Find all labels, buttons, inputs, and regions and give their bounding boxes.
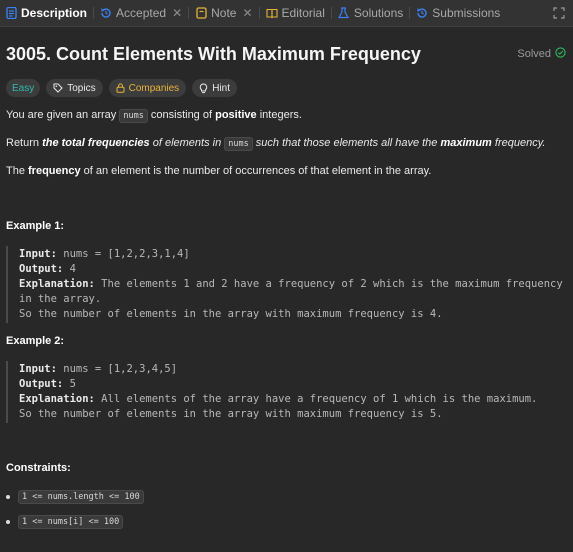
input-value: nums = [1,2,3,4,5] (56, 363, 178, 375)
history-icon (416, 7, 428, 19)
example-input-line: Input: nums = [1,2,3,4,5] (19, 362, 566, 377)
bold-italic-text: maximum (440, 137, 492, 149)
solved-label: Solved (517, 48, 551, 60)
explanation-text: All elements of the array have a frequen… (94, 393, 538, 405)
tab-description[interactable]: Description (5, 0, 87, 27)
check-circle-icon (551, 47, 566, 61)
list-item: 1 <= nums.length <= 100 (6, 490, 144, 504)
bullet-dot (6, 520, 10, 524)
tab-divider (93, 7, 95, 19)
lightbulb-icon (199, 82, 208, 94)
tag-icon (53, 83, 63, 93)
output-value: 5 (63, 378, 76, 390)
example-heading: Example 1: (6, 220, 65, 232)
history-icon (100, 7, 112, 19)
text: The (6, 165, 29, 177)
close-icon[interactable]: ✕ (172, 6, 182, 20)
constraint-code: 1 <= nums[i] <= 100 (18, 515, 124, 529)
explanation-text: So the number of elements in the array w… (19, 308, 443, 320)
input-label: Input: (19, 363, 57, 375)
example-block: Input: nums = [1,2,3,4,5] Output: 5 Expl… (6, 361, 566, 423)
tab-label: Editorial (281, 6, 325, 20)
tab-solutions[interactable]: Solutions (338, 0, 403, 27)
explanation-text: So the number of elements in the array w… (19, 408, 443, 420)
output-label: Output: (19, 378, 64, 390)
example-explanation-line: Explanation: All elements of the array h… (19, 392, 566, 407)
example-explanation-line: Explanation: The elements 1 and 2 have a… (19, 277, 566, 292)
inline-code: nums (119, 109, 148, 123)
text: Return (6, 137, 43, 149)
italic-text: of elements in (149, 137, 225, 149)
italic-text: such that those elements all have the (252, 137, 441, 149)
tab-editorial[interactable]: Editorial (265, 0, 325, 27)
difficulty-badge: Easy (6, 79, 41, 97)
output-value: 4 (63, 263, 76, 275)
tab-divider (258, 7, 260, 19)
text: You are given an array (6, 109, 120, 121)
tab-divider (409, 7, 411, 19)
flask-icon (338, 7, 350, 19)
close-icon[interactable]: ✕ (242, 6, 252, 20)
bullet-dot (6, 495, 10, 499)
tab-label: Solutions (353, 6, 404, 20)
bold-italic-text: the (42, 137, 62, 149)
explanation-text: The elements 1 and 2 have a frequency of… (94, 278, 563, 290)
constraints-heading: Constraints: (6, 462, 71, 474)
example-input-line: Input: nums = [1,2,2,3,1,4] (19, 247, 566, 262)
companies-button[interactable]: Companies (108, 79, 187, 97)
example-output-line: Output: 4 (19, 262, 566, 277)
description-paragraph: The frequency of an element is the numbe… (6, 165, 431, 177)
description-paragraph: Return the total frequencies of elements… (6, 137, 546, 151)
tab-label: Note (211, 6, 237, 20)
lock-icon (116, 83, 125, 93)
bold-text: positive (215, 109, 257, 121)
example-output-line: Output: 5 (19, 377, 566, 392)
solved-status: Solved (517, 47, 566, 61)
hint-label: Hint (212, 82, 230, 94)
description-paragraph: You are given an array nums consisting o… (6, 109, 302, 123)
description-icon (5, 7, 17, 19)
book-icon (265, 7, 278, 19)
input-value: nums = [1,2,2,3,1,4] (56, 248, 190, 260)
explanation-label: Explanation: (19, 278, 95, 290)
note-icon (195, 7, 207, 19)
tag-row: Easy Topics Companies Hint (6, 79, 237, 97)
explanation-text: in the array. (19, 293, 102, 305)
expand-icon[interactable] (553, 7, 565, 19)
text: of an element is the number of occurrenc… (80, 165, 432, 177)
example-block: Input: nums = [1,2,2,3,1,4] Output: 4 Ex… (6, 246, 566, 323)
tab-label: Description (21, 6, 88, 20)
topics-button[interactable]: Topics (46, 79, 103, 97)
text: consisting of (147, 109, 216, 121)
tab-note[interactable]: Note ✕ (195, 0, 253, 27)
text: integers. (256, 109, 302, 121)
bold-text: frequency (28, 165, 81, 177)
constraint-code: 1 <= nums.length <= 100 (18, 490, 144, 504)
tab-divider (188, 7, 190, 19)
tab-bar: Description Accepted ✕ Note ✕ Editorial … (0, 0, 573, 27)
example-heading: Example 2: (6, 335, 65, 347)
companies-label: Companies (128, 82, 180, 94)
topics-label: Topics (67, 82, 96, 94)
list-item: 1 <= nums[i] <= 100 (6, 515, 124, 529)
tab-label: Submissions (432, 6, 501, 20)
output-label: Output: (19, 263, 64, 275)
tab-submissions[interactable]: Submissions (416, 0, 500, 27)
input-label: Input: (19, 248, 57, 260)
explanation-label: Explanation: (19, 393, 95, 405)
tab-label: Accepted (116, 6, 167, 20)
bold-italic-text: total frequencies (61, 137, 150, 149)
tab-accepted[interactable]: Accepted ✕ (100, 0, 182, 27)
hint-button[interactable]: Hint (192, 79, 237, 97)
italic-text: frequency. (491, 137, 546, 149)
inline-code: nums (224, 137, 253, 151)
problem-title[interactable]: 3005. Count Elements With Maximum Freque… (6, 44, 421, 65)
tab-divider (330, 7, 332, 19)
